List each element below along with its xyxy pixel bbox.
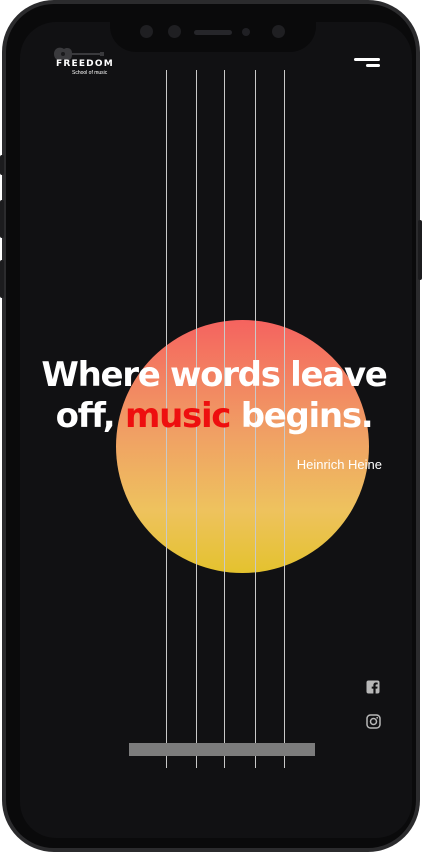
proximity-sensor	[242, 28, 250, 36]
front-camera	[140, 25, 153, 38]
quote-highlight: music	[124, 396, 231, 436]
brand-name: FREEDOM	[56, 59, 114, 69]
power-button	[418, 220, 422, 280]
front-camera-secondary	[168, 25, 181, 38]
volume-down-button	[0, 260, 4, 298]
menu-icon-bar-bottom	[366, 64, 380, 67]
face-id-sensor	[272, 25, 285, 38]
instagram-icon	[366, 714, 381, 729]
mute-switch	[0, 155, 4, 175]
phone-notch	[110, 4, 316, 52]
earpiece-speaker	[194, 30, 232, 35]
phone-bezel: FREEDOM School of music Where words leav…	[6, 4, 416, 848]
instagram-link[interactable]	[366, 714, 382, 730]
facebook-icon	[366, 680, 380, 694]
screen: FREEDOM School of music Where words leav…	[20, 22, 412, 838]
quote-author: Heinrich Heine	[296, 457, 382, 472]
hero-quote: Where words leave off, music begins.	[26, 355, 402, 437]
volume-up-button	[0, 200, 4, 238]
facebook-link[interactable]	[366, 680, 382, 696]
guitar-bridge	[129, 743, 315, 756]
brand-tagline: School of music	[72, 70, 108, 76]
menu-icon-bar-top	[354, 58, 380, 61]
phone-frame: FREEDOM School of music Where words leav…	[0, 0, 422, 852]
menu-button[interactable]	[352, 56, 382, 70]
quote-part-2: begins.	[240, 396, 374, 436]
